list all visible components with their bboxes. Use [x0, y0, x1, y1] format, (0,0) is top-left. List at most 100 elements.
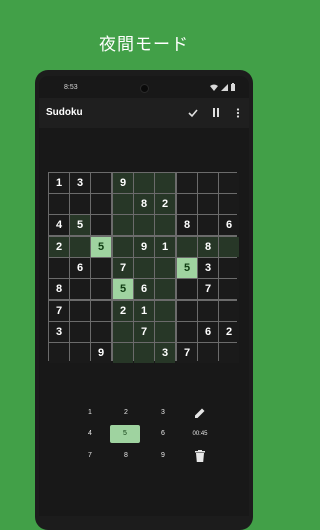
number-key-6[interactable]: 6	[148, 425, 178, 443]
sudoku-cell[interactable]	[219, 279, 239, 299]
sudoku-cell[interactable]	[219, 173, 239, 193]
sudoku-cell[interactable]	[91, 279, 111, 299]
sudoku-cell[interactable]	[177, 194, 197, 214]
sudoku-cell[interactable]	[219, 237, 239, 257]
sudoku-cell[interactable]	[155, 301, 175, 321]
sudoku-cell[interactable]	[155, 279, 175, 299]
number-key-8[interactable]: 8	[111, 447, 141, 465]
sudoku-cell[interactable]	[155, 258, 175, 278]
sudoku-cell[interactable]	[134, 343, 154, 363]
sudoku-cell[interactable]	[198, 194, 218, 214]
sudoku-cell[interactable]: 8	[49, 279, 69, 299]
sudoku-cell[interactable]	[219, 301, 239, 321]
sudoku-cell[interactable]	[49, 194, 69, 214]
sudoku-cell[interactable]: 2	[155, 194, 175, 214]
sudoku-cell[interactable]: 1	[49, 173, 69, 193]
sudoku-cell[interactable]: 3	[70, 173, 90, 193]
number-key-2[interactable]: 2	[111, 404, 141, 422]
sudoku-cell[interactable]: 2	[219, 322, 239, 342]
sudoku-cell[interactable]	[49, 343, 69, 363]
sudoku-cell[interactable]: 4	[49, 215, 69, 235]
sudoku-cell[interactable]	[219, 343, 239, 363]
app-title: Sudoku	[46, 107, 83, 118]
sudoku-cell[interactable]: 3	[49, 322, 69, 342]
number-key-3[interactable]: 3	[148, 404, 178, 422]
sudoku-cell[interactable]	[177, 237, 197, 257]
sudoku-cell[interactable]: 6	[219, 215, 239, 235]
sudoku-cell[interactable]: 1	[155, 237, 175, 257]
pause-button[interactable]	[209, 105, 223, 121]
sudoku-cell[interactable]	[91, 173, 111, 193]
check-button[interactable]	[186, 105, 200, 121]
sudoku-cell[interactable]	[70, 322, 90, 342]
edit-button[interactable]	[190, 404, 210, 422]
sudoku-cell[interactable]	[91, 322, 111, 342]
sudoku-cell[interactable]: 5	[113, 279, 133, 299]
sudoku-cell[interactable]	[198, 215, 218, 235]
sudoku-cell[interactable]	[91, 215, 111, 235]
sudoku-cell[interactable]	[70, 237, 90, 257]
sudoku-cell[interactable]: 7	[134, 322, 154, 342]
sudoku-cell[interactable]: 6	[198, 322, 218, 342]
sudoku-cell[interactable]: 7	[198, 279, 218, 299]
signal-icon	[221, 83, 228, 91]
sudoku-cell[interactable]	[113, 194, 133, 214]
number-key-9[interactable]: 9	[148, 447, 178, 465]
sudoku-cell[interactable]: 9	[91, 343, 111, 363]
sudoku-cell[interactable]	[70, 343, 90, 363]
sudoku-cell[interactable]: 6	[70, 258, 90, 278]
sudoku-cell[interactable]: 9	[113, 173, 133, 193]
sudoku-cell[interactable]	[177, 173, 197, 193]
sudoku-cell[interactable]: 3	[155, 343, 175, 363]
sudoku-cell[interactable]: 7	[177, 343, 197, 363]
sudoku-cell[interactable]: 5	[70, 215, 90, 235]
sudoku-cell[interactable]: 7	[49, 301, 69, 321]
sudoku-cell[interactable]	[91, 194, 111, 214]
sudoku-cell[interactable]	[219, 258, 239, 278]
sudoku-cell[interactable]: 8	[198, 237, 218, 257]
sudoku-cell[interactable]	[177, 322, 197, 342]
sudoku-cell[interactable]	[177, 301, 197, 321]
sudoku-cell[interactable]	[155, 173, 175, 193]
more-menu-button[interactable]	[231, 105, 245, 121]
sudoku-cell[interactable]: 5	[177, 258, 197, 278]
status-icons	[210, 83, 235, 91]
sudoku-cell[interactable]	[113, 343, 133, 363]
number-key-5[interactable]: 5	[110, 425, 140, 443]
sudoku-cell[interactable]	[155, 322, 175, 342]
sudoku-cell[interactable]	[134, 173, 154, 193]
sudoku-cell[interactable]	[177, 279, 197, 299]
sudoku-cell[interactable]: 9	[134, 237, 154, 257]
delete-button[interactable]	[190, 447, 210, 465]
sudoku-cell[interactable]	[91, 258, 111, 278]
number-key-7[interactable]: 7	[75, 447, 105, 465]
sudoku-cell[interactable]: 2	[49, 237, 69, 257]
sudoku-cell[interactable]	[91, 301, 111, 321]
sudoku-cell[interactable]: 1	[134, 301, 154, 321]
sudoku-cell[interactable]: 7	[113, 258, 133, 278]
sudoku-cell[interactable]	[49, 258, 69, 278]
sudoku-cell[interactable]	[113, 322, 133, 342]
app-bar: Sudoku	[39, 98, 249, 128]
sudoku-cell[interactable]	[198, 301, 218, 321]
sudoku-cell[interactable]	[70, 279, 90, 299]
number-key-1[interactable]: 1	[75, 404, 105, 422]
sudoku-cell[interactable]	[155, 215, 175, 235]
sudoku-cell[interactable]	[70, 301, 90, 321]
sudoku-cell[interactable]: 8	[134, 194, 154, 214]
sudoku-cell[interactable]: 5	[91, 237, 111, 257]
sudoku-cell[interactable]: 6	[134, 279, 154, 299]
sudoku-cell[interactable]	[113, 237, 133, 257]
sudoku-cell[interactable]	[70, 194, 90, 214]
game-timer: 00:45	[192, 431, 208, 437]
sudoku-cell[interactable]: 3	[198, 258, 218, 278]
sudoku-cell[interactable]	[134, 258, 154, 278]
sudoku-cell[interactable]	[198, 173, 218, 193]
sudoku-cell[interactable]: 8	[177, 215, 197, 235]
sudoku-cell[interactable]	[198, 343, 218, 363]
sudoku-cell[interactable]	[134, 215, 154, 235]
sudoku-cell[interactable]	[219, 194, 239, 214]
sudoku-cell[interactable]	[113, 215, 133, 235]
number-key-4[interactable]: 4	[75, 425, 105, 443]
sudoku-cell[interactable]: 2	[113, 301, 133, 321]
